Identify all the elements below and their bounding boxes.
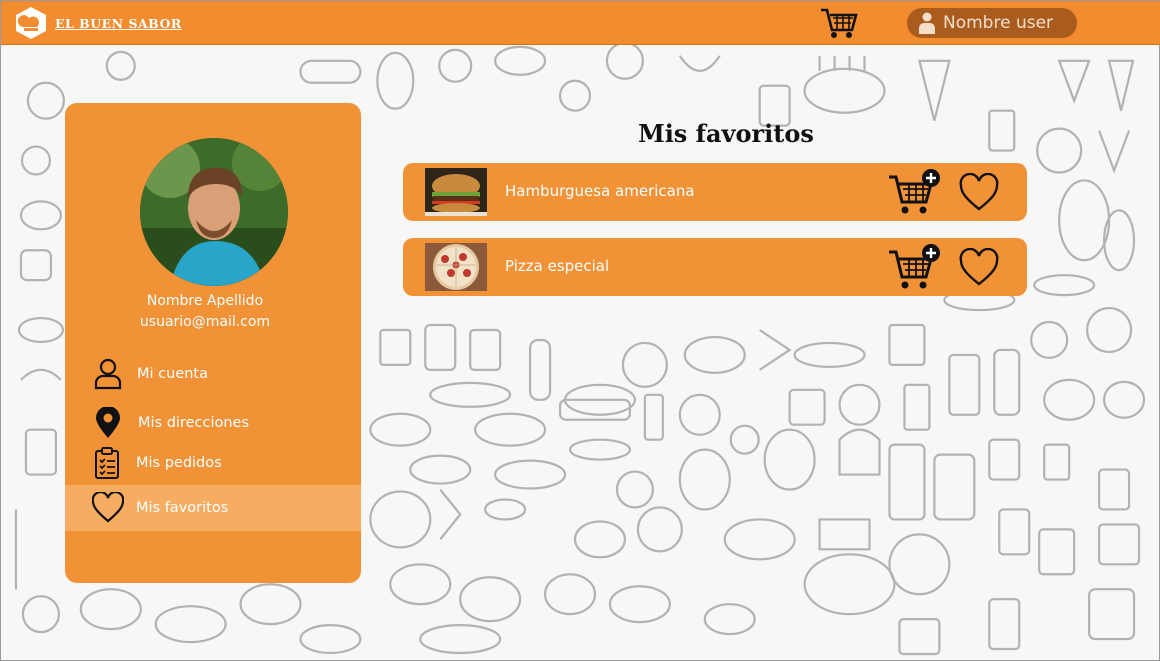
user-outline-icon bbox=[94, 358, 122, 390]
profile-name: Nombre Apellido bbox=[146, 293, 264, 309]
top-bar: EL BUEN SABOR Nombre user bbox=[1, 1, 1160, 45]
favorite-item[interactable]: Pizza especial bbox=[403, 238, 1027, 296]
user-icon bbox=[919, 12, 935, 34]
add-to-cart-icon[interactable] bbox=[887, 243, 943, 293]
favorite-item[interactable]: Hamburguesa americana bbox=[403, 163, 1027, 221]
menu-item-mis-favoritos[interactable]: Mis favoritos bbox=[65, 485, 361, 531]
menu-item-mis-pedidos[interactable]: Mis pedidos bbox=[65, 440, 361, 486]
favorite-heart-icon[interactable] bbox=[959, 248, 999, 288]
menu-item-label: Mis favoritos bbox=[136, 500, 229, 516]
location-pin-icon bbox=[96, 407, 120, 438]
favorite-name: Pizza especial bbox=[505, 257, 610, 275]
checklist-icon bbox=[95, 447, 119, 479]
menu-item-mi-cuenta[interactable]: Mi cuenta bbox=[65, 351, 361, 397]
profile-email: usuario@mail.com bbox=[139, 314, 271, 330]
heart-icon bbox=[92, 492, 124, 523]
page-title: Mis favoritos bbox=[638, 119, 814, 148]
favorite-heart-icon[interactable] bbox=[959, 173, 999, 213]
avatar bbox=[140, 138, 288, 286]
menu-item-label: Mis direcciones bbox=[138, 415, 250, 431]
brand-name: EL BUEN SABOR bbox=[55, 15, 182, 31]
user-menu-button[interactable]: Nombre user bbox=[907, 8, 1077, 38]
profile-photo bbox=[140, 138, 288, 286]
favorite-name: Hamburguesa americana bbox=[505, 182, 695, 200]
add-to-cart-icon[interactable] bbox=[887, 168, 943, 218]
menu-item-label: Mi cuenta bbox=[137, 366, 208, 382]
shopping-cart-icon[interactable] bbox=[819, 6, 859, 40]
hamburger-photo bbox=[425, 168, 487, 216]
pizza-photo bbox=[425, 243, 487, 291]
brand-logo[interactable]: EL BUEN SABOR bbox=[15, 6, 182, 40]
profile-sidebar: Nombre Apellido usuario@mail.com Mi cuen… bbox=[65, 103, 361, 583]
user-name: Nombre user bbox=[943, 13, 1054, 33]
menu-item-label: Mis pedidos bbox=[136, 455, 222, 471]
chef-hat-logo-icon bbox=[16, 7, 46, 39]
